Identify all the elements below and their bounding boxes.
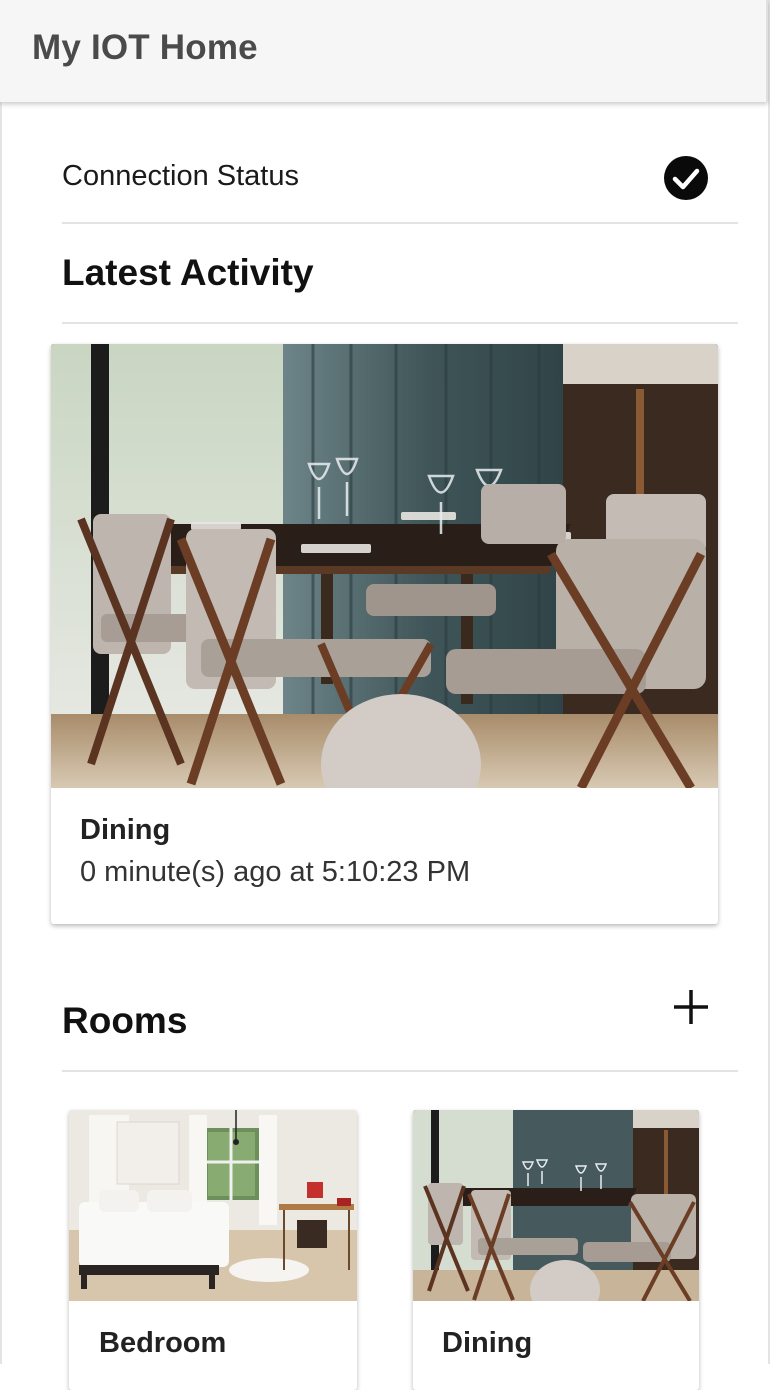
dining-room-photo [413,1110,699,1301]
divider [62,222,738,224]
dining-room-photo [51,344,718,788]
check-circle-icon [664,156,708,200]
connection-status-label: Connection Status [62,160,299,192]
divider [62,322,738,324]
app-bar: My IOT Home [0,0,768,102]
bedroom-photo [69,1110,357,1301]
app-title: My IOT Home [32,28,258,67]
plus-icon[interactable] [670,986,712,1028]
divider [62,1070,738,1072]
rooms-heading: Rooms [62,1000,188,1041]
latest-activity-card[interactable]: Dining 0 minute(s) ago at 5:10:23 PM [51,344,718,924]
latest-activity-heading: Latest Activity [62,252,314,293]
room-card-dining[interactable]: Dining [413,1110,699,1390]
room-card-bedroom[interactable]: Bedroom [69,1110,357,1390]
room-label-bedroom: Bedroom [99,1327,227,1359]
activity-time-text: 0 minute(s) ago at 5:10:23 PM [80,856,471,888]
activity-room-name: Dining [80,814,171,846]
room-label-dining: Dining [442,1327,533,1359]
